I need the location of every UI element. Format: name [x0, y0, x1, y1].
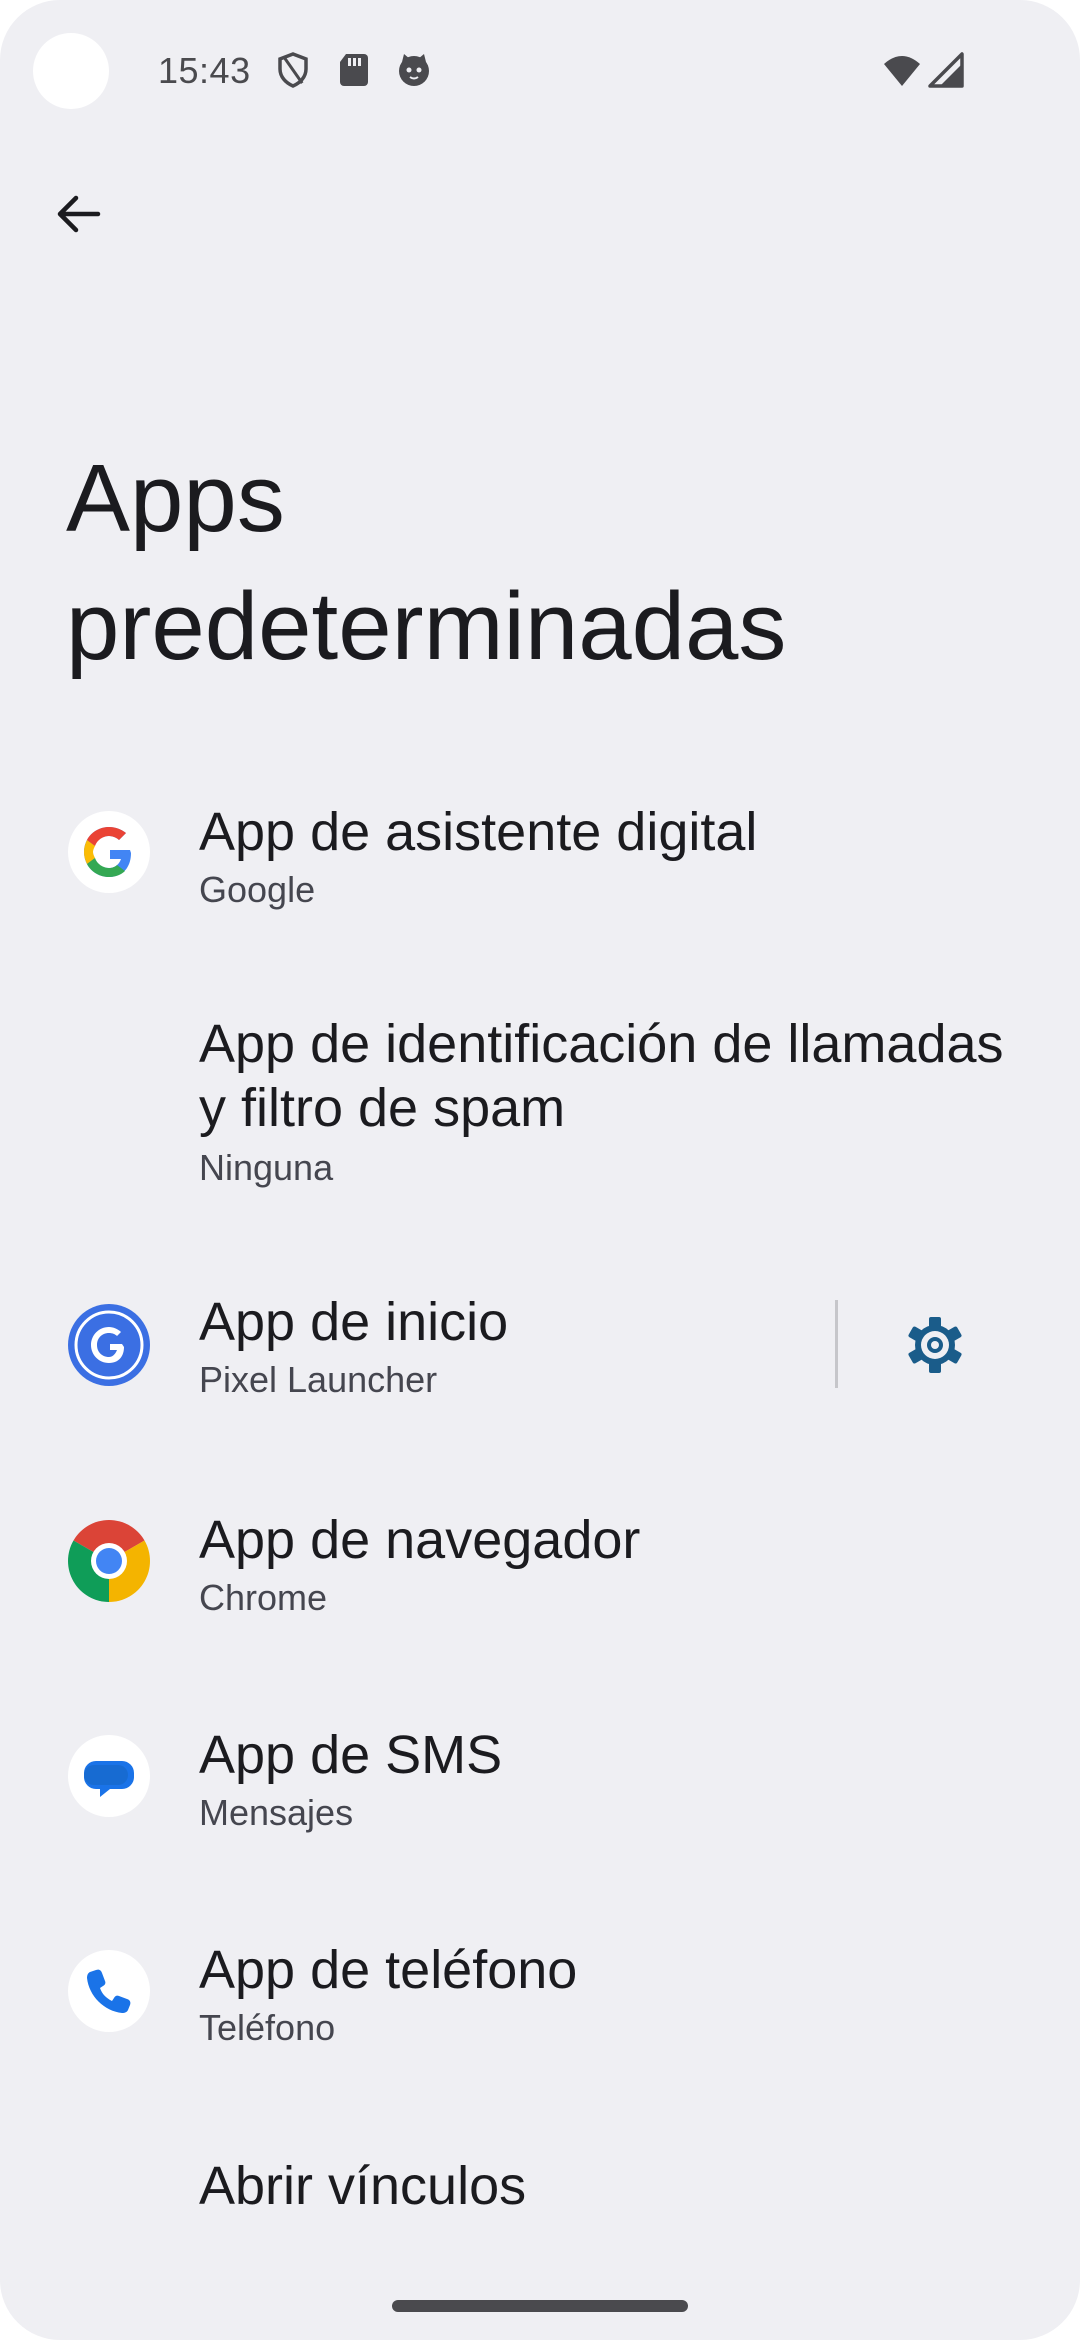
chrome-icon [68, 1520, 150, 1602]
item-title: App de asistente digital [199, 802, 758, 862]
back-button[interactable] [40, 176, 116, 252]
gear-icon[interactable] [903, 1313, 967, 1377]
item-subtitle: Ninguna [199, 1147, 334, 1188]
item-subtitle: Mensajes [199, 1792, 354, 1833]
item-title: App de navegador [199, 1510, 641, 1570]
item-subtitle: Chrome [199, 1577, 328, 1618]
messages-icon [68, 1735, 150, 1817]
item-title: App de identificación de llamadas y filt… [199, 1014, 1004, 1138]
cat-face-icon [399, 54, 429, 86]
list-item-browser[interactable]: App de navegador Chrome [0, 1490, 1080, 1640]
list-item-caller-id[interactable]: App de identificación de llamadas y filt… [0, 1000, 1080, 1220]
pixel-launcher-icon [68, 1304, 150, 1386]
camera-cutout [33, 33, 109, 109]
shield-icon [278, 52, 308, 88]
list-item-open-links[interactable]: Abrir vínculos [0, 2140, 1080, 2240]
item-title: Abrir vínculos [199, 2156, 527, 2216]
item-title: App de SMS [199, 1725, 503, 1785]
arrow-left-icon [57, 195, 101, 233]
cell-signal-icon [928, 52, 964, 88]
item-title: App de teléfono [199, 1940, 578, 2000]
item-subtitle: Pixel Launcher [199, 1359, 438, 1400]
item-subtitle: Teléfono [199, 2007, 336, 2048]
home-indicator[interactable] [392, 2300, 688, 2312]
phone-icon [68, 1950, 150, 2032]
google-g-icon [68, 811, 150, 893]
list-item-assistant[interactable]: App de asistente digital Google [0, 780, 1080, 940]
item-subtitle: Google [199, 869, 316, 910]
list-item-phone[interactable]: App de teléfono Teléfono [0, 1920, 1080, 2070]
status-bar: 15:43 [0, 0, 1080, 140]
page-title: Apps predeterminadas [66, 445, 787, 680]
wifi-icon [884, 56, 920, 86]
sd-card-icon [340, 54, 368, 86]
item-title: App de inicio [199, 1292, 509, 1352]
list-item-sms[interactable]: App de SMS Mensajes [0, 1705, 1080, 1855]
item-divider [835, 1300, 838, 1388]
settings-screen: 15:43 Apps predeterminadas App de asiste… [0, 0, 1080, 2340]
status-time: 15:43 [158, 50, 251, 91]
